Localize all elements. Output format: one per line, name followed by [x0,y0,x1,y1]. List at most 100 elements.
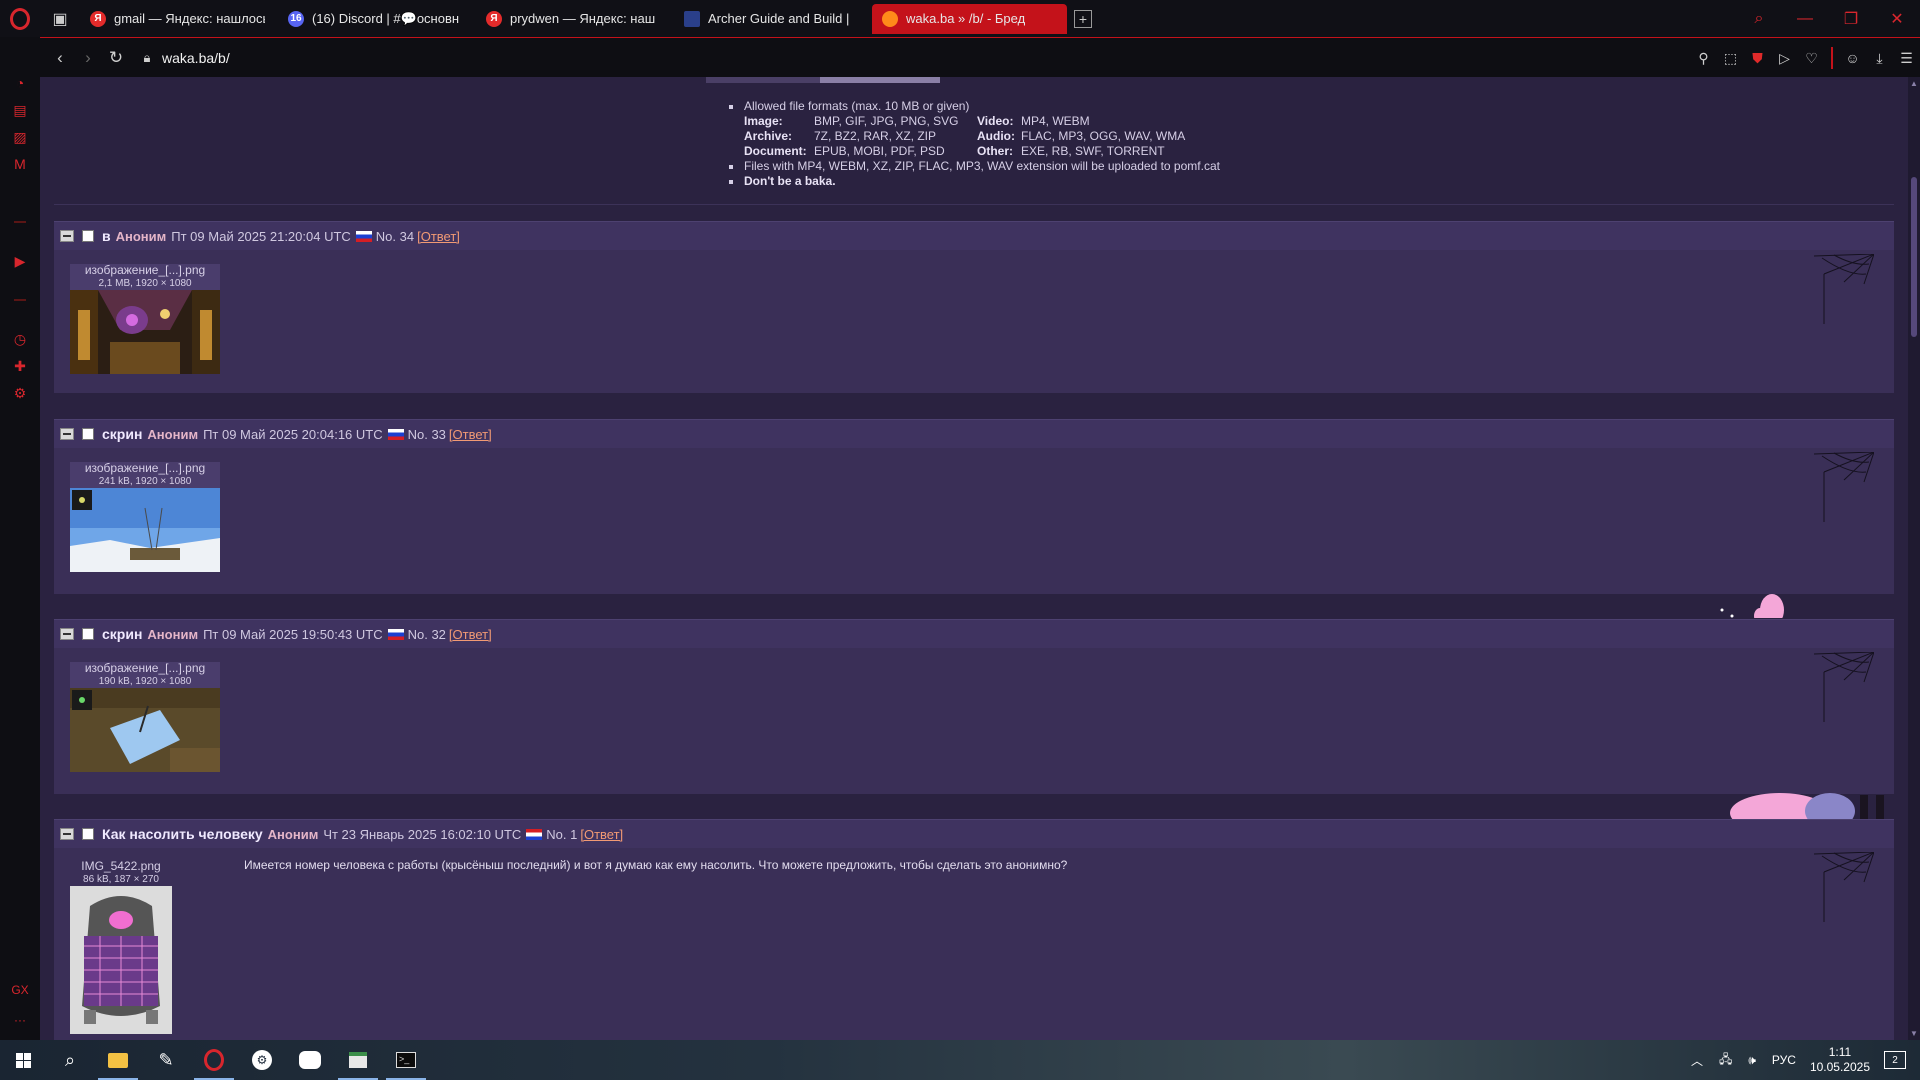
pin-icon[interactable]: ⚲ [1690,50,1717,67]
hide-thread-button[interactable] [60,428,74,440]
post-select-checkbox[interactable] [82,828,94,840]
tab-archer-guide[interactable]: Archer Guide and Build | [674,4,869,34]
file-info: изображение_[...].png 2,1 MB, 1920 × 108… [70,264,220,290]
start-button[interactable] [0,1040,46,1080]
network-icon[interactable]: 🖧︎ [1719,1050,1732,1071]
tab-islands-icon[interactable]: ▣ [40,0,80,37]
hide-thread-button[interactable] [60,230,74,242]
forward-button[interactable]: › [74,48,102,68]
adblock-shield-icon[interactable]: ⛊ [1744,50,1771,67]
tab-title: waka.ba » /b/ - Бред [906,11,1026,26]
thumbnail-image[interactable] [70,290,220,374]
post-select-checkbox[interactable] [82,628,94,640]
file-name-link[interactable]: изображение_[...].png [70,462,220,475]
post-number[interactable]: No. 33 [408,427,446,442]
page-content: Allowed file formats (max. 10 MB or give… [40,77,1908,1040]
thumbnail-image[interactable] [70,688,220,772]
hide-thread-button[interactable] [60,828,74,840]
paint-icon: ✎ [158,1049,174,1070]
opera-menu-button[interactable] [0,0,40,37]
file-name-link[interactable]: изображение_[...].png [70,662,220,675]
favorites-heart-icon[interactable]: ♡ [1798,50,1825,67]
thumbnail-image[interactable] [70,488,220,572]
clock[interactable]: 1:11 10.05.2025 [1810,1045,1870,1075]
scrollbar-thumb[interactable] [1911,177,1917,337]
tab-waka-b[interactable]: waka.ba » /b/ - Бред [872,3,1067,34]
file-name-link[interactable]: IMG_5422.png [70,860,172,873]
post-subject: в [102,228,111,244]
search-button[interactable]: ⌕ [46,1040,94,1080]
file-info: изображение_[...].png 190 kB, 1920 × 108… [70,662,220,688]
scroll-up-icon[interactable]: ▲ [1908,79,1920,88]
instagram-icon[interactable]: ▨ [8,125,32,149]
twitch-icon[interactable]: ▤ [8,98,32,122]
app-button[interactable]: ✎ [142,1040,190,1080]
post-date: Пт 09 Май 2025 19:50:43 UTC [203,626,383,642]
maximize-icon[interactable]: ❐ [1828,9,1874,29]
hide-thread-button[interactable] [60,628,74,640]
tab-discord[interactable]: 16 (16) Discord | #💬основн [278,4,473,34]
reply-link[interactable]: [Ответ] [449,427,492,442]
page-scrollbar[interactable]: ▲ ▼ [1908,77,1920,1040]
post-subject: Как насолить человеку [102,826,263,842]
file-name-link[interactable]: изображение_[...].png [70,264,220,277]
new-tab-button[interactable]: + [1074,9,1092,28]
tab-gmail-search[interactable]: Я gmail — Яндекс: нашлось [80,4,275,34]
volume-icon[interactable]: 🕪︎ [1748,1053,1756,1068]
gx-control-icon[interactable]: ◔ [8,71,32,95]
chevron-up-icon[interactable]: ︿ [1691,1052,1703,1069]
notes-icon [349,1052,367,1068]
search-tabs-icon[interactable]: ⌕ [1736,10,1782,28]
file-explorer-button[interactable] [94,1040,142,1080]
scroll-down-icon[interactable]: ▼ [1908,1029,1920,1038]
post-number[interactable]: No. 32 [408,627,446,642]
language-indicator[interactable]: РУС [1772,1053,1796,1067]
reply-link[interactable]: [Ответ] [449,627,492,642]
notes-button[interactable] [334,1040,382,1080]
download-icon[interactable]: ⤓ [1866,50,1893,67]
back-button[interactable]: ‹ [46,48,74,68]
lock-icon[interactable]: 🔒︎ [136,50,158,66]
reply-link[interactable]: [Ответ] [580,827,623,842]
profile-icon[interactable]: ☺ [1839,50,1866,66]
player-play-icon[interactable]: ▷ [1771,50,1798,67]
tab-prydwen-search[interactable]: Я prydwen — Яндекс: наш [476,4,671,34]
history-icon[interactable]: ◷ [8,327,32,351]
discord-button[interactable] [286,1040,334,1080]
close-icon[interactable]: ✕ [1874,9,1920,29]
extensions-icon[interactable]: ✚ [8,354,32,378]
tab-title: gmail — Яндекс: нашлось [114,11,265,26]
post-select-checkbox[interactable] [82,428,94,440]
more-icon[interactable]: ··· [8,1013,32,1027]
opera-gx-button[interactable] [190,1040,238,1080]
easy-setup-icon[interactable]: ☰ [1893,50,1920,67]
thumbnail-image[interactable] [70,886,172,1034]
steam-button[interactable]: ⚙ [238,1040,286,1080]
archer-icon [684,10,700,27]
url-field[interactable]: waka.ba/b/ [162,50,230,66]
minimize-icon[interactable]: — [1782,10,1828,28]
sidebar-divider [14,299,26,301]
gmail-icon[interactable]: M [8,152,32,176]
steam-icon: ⚙ [252,1050,272,1070]
player-icon[interactable]: ▶ [8,249,32,273]
submit-button-edge[interactable] [820,77,940,83]
notifications-icon[interactable]: 2 [1884,1051,1906,1069]
snapshot-icon[interactable]: ⬚ [1717,50,1744,67]
post-date: Пт 09 Май 2025 20:04:16 UTC [203,426,383,442]
posting-rules: Allowed file formats (max. 10 MB or give… [726,99,1220,189]
file-size: 86 kB, 187 × 270 [83,874,159,885]
post-select-checkbox[interactable] [82,230,94,242]
nl-flag-icon [526,828,543,840]
reload-button[interactable]: ↻ [102,48,130,68]
post-number[interactable]: No. 34 [376,229,414,244]
poster-name: Аноним [115,228,167,244]
post-number[interactable]: No. 1 [546,827,577,842]
settings-icon[interactable]: ⚙ [8,381,32,405]
tab-title: Archer Guide and Build | [708,11,850,26]
reply-link[interactable]: [Ответ] [417,229,460,244]
clock-time: 1:11 [1828,1045,1852,1059]
terminal-button[interactable]: >_ [382,1040,430,1080]
file-info: IMG_5422.png 86 kB, 187 × 270 [70,860,172,886]
ru-flag-icon [387,428,404,440]
